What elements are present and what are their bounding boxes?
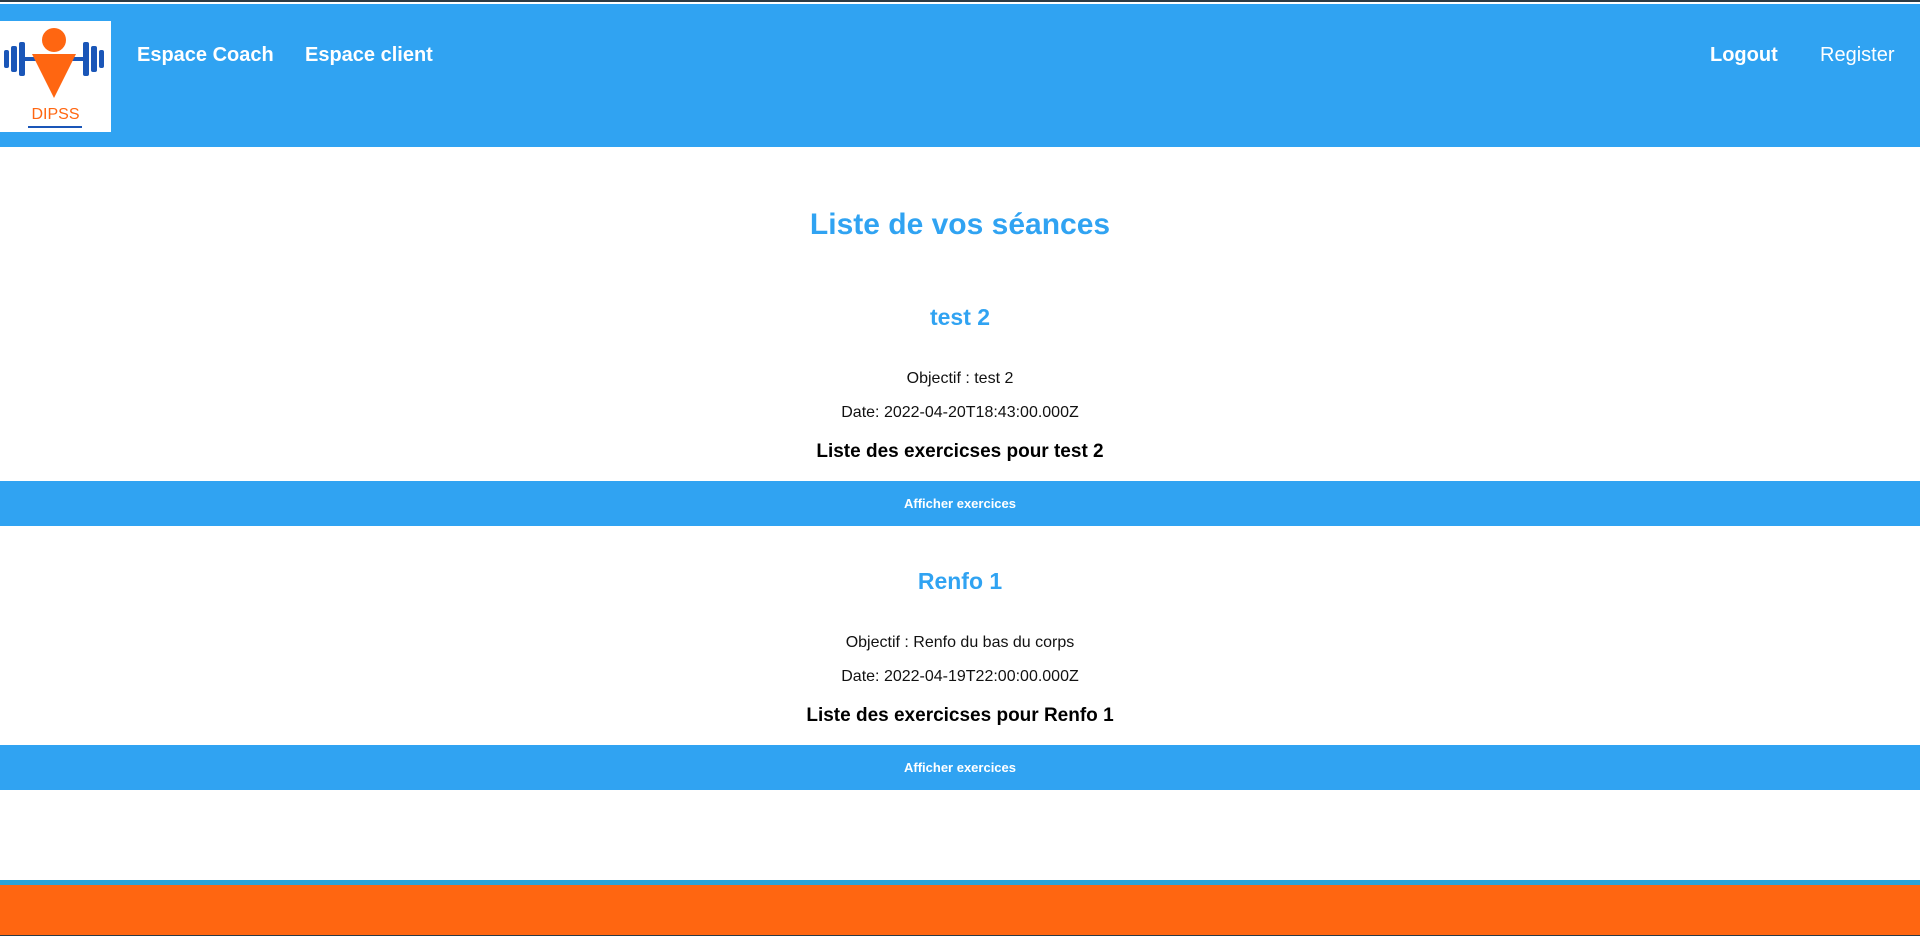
app-window: DIPSS Espace Coach Espace client Logout … — [0, 0, 1920, 936]
page-title: Liste de vos séances — [809, 208, 1111, 241]
show-exercises-button[interactable]: Afficher exercices — [0, 481, 1920, 526]
session-objectif: Objectif : test 2 — [906, 370, 1014, 387]
top-navbar: DIPSS Espace Coach Espace client Logout … — [0, 4, 1920, 147]
session-title: Renfo 1 — [917, 568, 1003, 594]
session-date: Date: 2022-04-19T22:00:00.000Z — [841, 668, 1079, 685]
session-objectif: Objectif : Renfo du bas du corps — [845, 634, 1075, 651]
footer-bar — [0, 880, 1920, 936]
nav-espace-coach[interactable]: Espace Coach — [137, 43, 274, 67]
session-date: Date: 2022-04-20T18:43:00.000Z — [841, 404, 1079, 421]
exercises-heading: Liste des exercicses pour Renfo 1 — [806, 705, 1114, 726]
logout-link[interactable]: Logout — [1710, 43, 1778, 67]
session-title: test 2 — [929, 304, 991, 330]
brand-logo[interactable]: DIPSS — [0, 21, 111, 132]
register-link[interactable]: Register — [1820, 43, 1894, 67]
brand-logo-text: DIPSS — [31, 106, 80, 123]
exercises-heading: Liste des exercicses pour test 2 — [816, 441, 1104, 462]
show-exercises-button[interactable]: Afficher exercices — [0, 745, 1920, 790]
nav-espace-client[interactable]: Espace client — [305, 43, 433, 67]
